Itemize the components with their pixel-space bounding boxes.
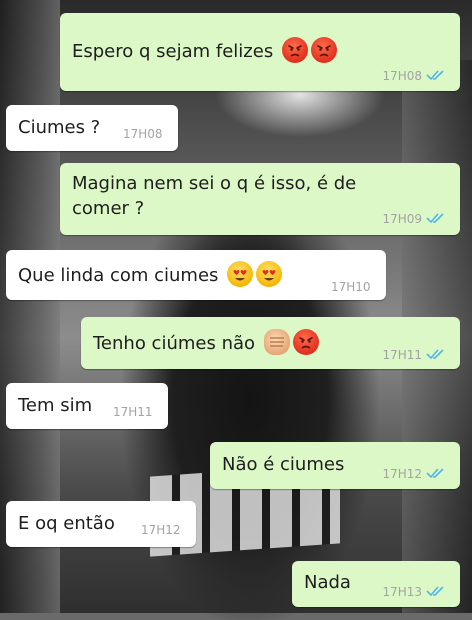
read-receipt-ticks-icon [426, 586, 444, 597]
chat-messages-list: Espero q sejam felizes 17H08 Ciumes ? 17… [0, 0, 472, 613]
message-text: Tenho ciúmes não [93, 329, 319, 355]
read-receipt-ticks-icon [426, 213, 444, 224]
message-text: E oq então [18, 513, 115, 534]
message-timestamp: 17H13 [382, 585, 422, 599]
message-bubble-outgoing[interactable]: Nada 17H13 [292, 561, 460, 607]
message-timestamp: 17H11 [113, 405, 153, 419]
message-bubble-incoming[interactable]: E oq então 17H12 [6, 501, 196, 547]
message-text: Ciumes ? [18, 117, 101, 138]
message-text: Espero q sejam felizes [72, 37, 337, 63]
message-bubble-outgoing[interactable]: Espero q sejam felizes 17H08 [60, 13, 460, 91]
heart-eyes-face-icon [256, 261, 283, 287]
message-text: Tem sim [18, 395, 93, 416]
fist-icon [263, 329, 290, 355]
message-text: Que linda com ciumes [18, 261, 283, 287]
heart-eyes-face-icon [227, 261, 254, 287]
message-bubble-incoming[interactable]: Tem sim 17H11 [6, 383, 168, 429]
message-bubble-outgoing[interactable]: Magina nem sei o q é isso, é de comer ? … [60, 163, 460, 235]
angry-face-icon [281, 37, 308, 63]
message-bubble-outgoing[interactable]: Tenho ciúmes não 17H11 [81, 317, 460, 369]
message-bubble-incoming[interactable]: Que linda com ciumes 17H10 [6, 250, 386, 300]
read-receipt-ticks-icon [426, 70, 444, 81]
message-text: Magina nem sei o q é isso, é de comer ? [72, 173, 357, 219]
message-timestamp: 17H12 [141, 523, 181, 537]
read-receipt-ticks-icon [426, 349, 444, 360]
message-timestamp: 17H09 [382, 212, 422, 226]
message-bubble-incoming[interactable]: Ciumes ? 17H08 [6, 105, 178, 151]
angry-face-icon [292, 329, 319, 355]
message-timestamp: 17H08 [382, 69, 422, 83]
angry-face-icon [310, 37, 337, 63]
message-timestamp: 17H08 [123, 127, 163, 141]
message-bubble-outgoing[interactable]: Não é ciumes 17H12 [210, 442, 460, 489]
message-text: Nada [304, 572, 351, 593]
read-receipt-ticks-icon [426, 468, 444, 479]
message-timestamp: 17H12 [382, 467, 422, 481]
message-text: Não é ciumes [222, 454, 345, 475]
message-timestamp: 17H11 [382, 348, 422, 362]
message-timestamp: 17H10 [331, 280, 371, 294]
